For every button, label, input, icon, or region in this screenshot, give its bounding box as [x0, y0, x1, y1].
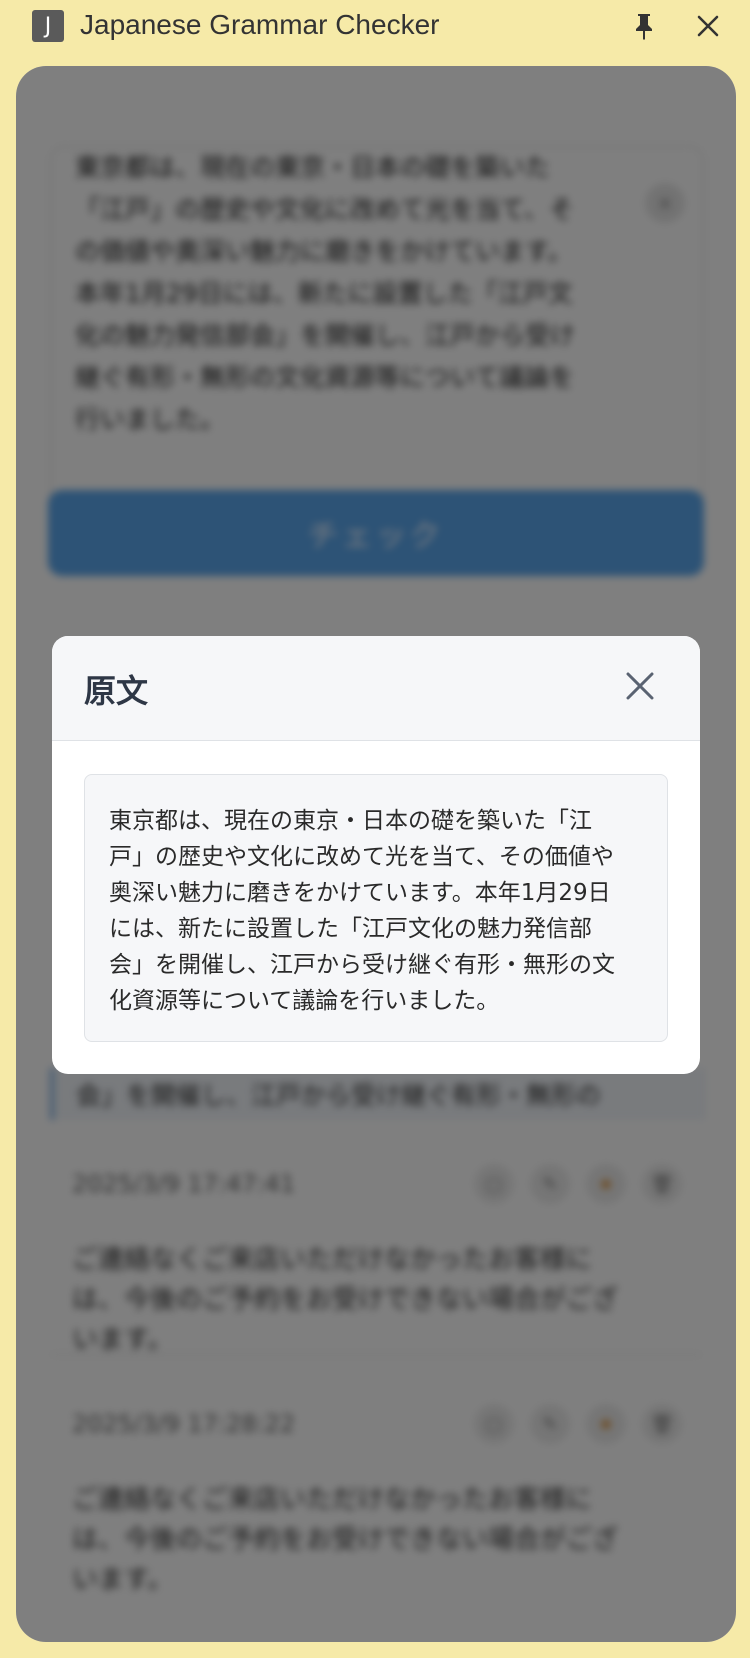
modal-header: 原文 — [52, 636, 700, 741]
app-icon: J — [32, 10, 64, 42]
pin-button[interactable] — [628, 10, 660, 42]
close-icon — [697, 15, 719, 37]
original-text-modal: 原文 東京都は、現在の東京・日本の礎を築いた「江 戸」の歴史や文化に改めて光を当… — [52, 636, 700, 1074]
modal-close-button[interactable] — [620, 666, 660, 706]
title-bar: J Japanese Grammar Checker — [0, 0, 750, 60]
window-close-button[interactable] — [692, 10, 724, 42]
modal-body: 東京都は、現在の東京・日本の礎を築いた「江 戸」の歴史や文化に改めて光を当て、そ… — [84, 774, 668, 1042]
original-text: 東京都は、現在の東京・日本の礎を築いた「江 戸」の歴史や文化に改めて光を当て、そ… — [109, 808, 615, 1014]
pin-icon — [636, 14, 652, 40]
app-title: Japanese Grammar Checker — [80, 9, 440, 40]
modal-title: 原文 — [84, 672, 149, 710]
close-icon — [626, 672, 654, 700]
